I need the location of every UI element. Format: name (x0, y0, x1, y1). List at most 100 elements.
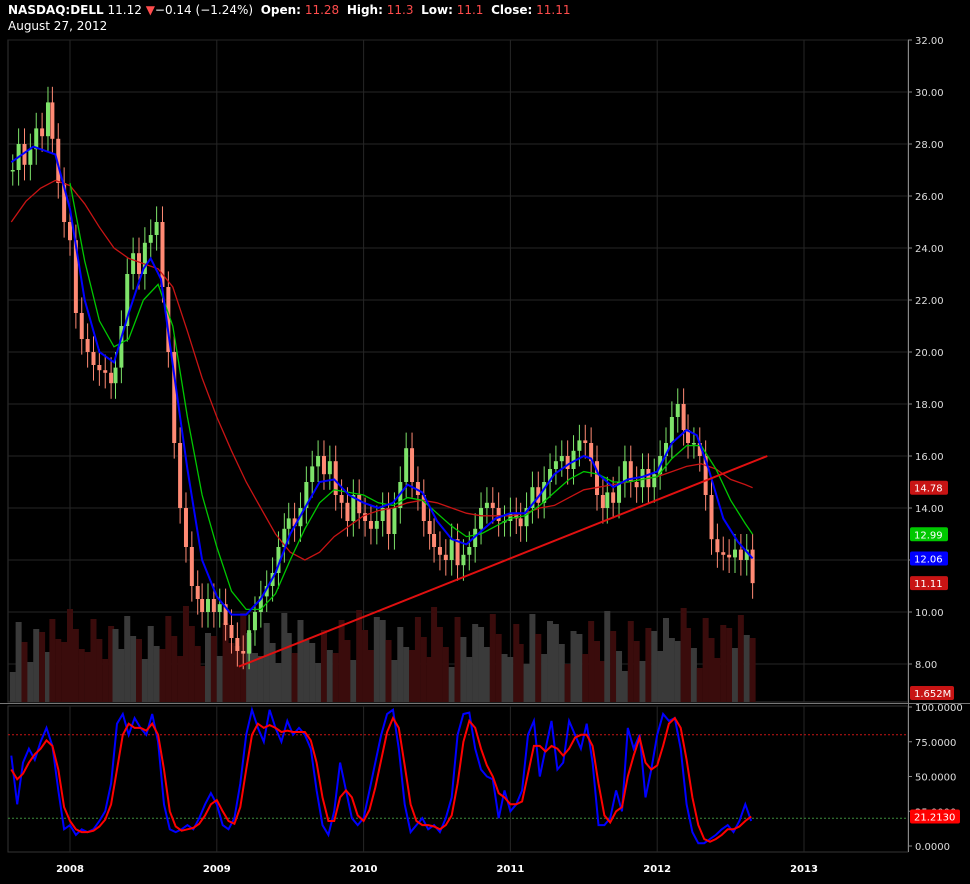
volume-bar (332, 653, 339, 702)
volume-bar (616, 651, 623, 702)
candle-body (131, 253, 136, 274)
volume-bar (639, 661, 646, 702)
stoch-tick-label: 50.0000 (915, 773, 956, 784)
volume-bar (436, 627, 443, 702)
stoch-tick-label: 75.0000 (915, 738, 956, 749)
volume-bar (478, 627, 485, 702)
candle-body (205, 599, 210, 612)
volume-bar (663, 618, 670, 702)
x-tick-label: 2011 (496, 864, 524, 875)
candle-body (50, 102, 55, 139)
candle-body (611, 492, 616, 503)
volume-bar (604, 611, 611, 702)
candle-body (374, 521, 379, 529)
volume-bar (507, 657, 514, 702)
y-tick-label: 22.00 (915, 296, 944, 307)
volume-bar (55, 639, 62, 702)
candle-body (327, 461, 332, 475)
candle-body (727, 554, 732, 558)
volume-bar (594, 641, 601, 702)
volume-tag-label: 1.652M (914, 689, 951, 700)
candle-body (252, 612, 257, 631)
stoch-tick-label: 0.0000 (915, 842, 950, 853)
volume-bar (489, 614, 496, 702)
y-tick-label: 16.00 (915, 452, 944, 463)
volume-bar (67, 609, 73, 702)
candle-body (345, 502, 350, 521)
candle-body (432, 534, 437, 547)
candle-body (410, 448, 415, 482)
candle-body (634, 482, 639, 488)
volume-bar (49, 619, 56, 702)
stoch-tick-label: 100.0000 (915, 703, 963, 714)
volume-bar (558, 644, 565, 702)
candle-body (211, 599, 216, 612)
volume-bar (674, 641, 681, 702)
candle-body (40, 128, 45, 137)
volume-bar (303, 640, 310, 702)
volume-bar (159, 649, 166, 702)
volume-bar (397, 627, 404, 702)
volume-bar (199, 666, 206, 702)
price-panel (7, 39, 909, 703)
candle-body (640, 469, 645, 488)
volume-bar (570, 631, 577, 702)
candle-body (484, 502, 489, 508)
candle-body (490, 502, 495, 508)
candle-body (154, 222, 159, 235)
y-tick-label: 20.00 (915, 348, 944, 359)
volume-bar (112, 629, 119, 702)
volume-bar (275, 663, 282, 702)
volume-bar (743, 635, 750, 702)
volume-bar (379, 620, 386, 702)
candle-body (316, 456, 321, 467)
volume-bar (483, 647, 490, 702)
volume-bar (720, 625, 727, 702)
y-tick-label: 18.00 (915, 400, 944, 411)
price-tag-label: 12.06 (914, 554, 943, 565)
volume-bar (621, 671, 628, 702)
volume-bar (749, 638, 756, 702)
volume-bar (33, 629, 40, 702)
volume-bar (285, 633, 292, 702)
volume-bar (96, 639, 103, 702)
x-tick-label: 2012 (643, 864, 671, 875)
volume-bar (356, 610, 363, 702)
volume-bar (153, 646, 160, 702)
candle-body (577, 440, 582, 451)
volume-bar (685, 628, 692, 702)
volume-bar (102, 659, 109, 702)
volume-bar (373, 617, 380, 702)
volume-bar (726, 628, 733, 702)
volume-bar (188, 626, 195, 702)
volume-bar (454, 617, 461, 702)
candle-body (247, 630, 252, 654)
candle-body (600, 495, 605, 508)
candle-body (681, 404, 686, 430)
candle-body (235, 638, 240, 651)
volume-bar (645, 628, 652, 702)
candle-body (559, 456, 564, 462)
candle-body (437, 547, 442, 555)
candle-body (91, 352, 96, 365)
x-tick-label: 2013 (790, 864, 818, 875)
volume-bar (523, 664, 530, 702)
candle-body (68, 222, 72, 241)
y-tick-label: 30.00 (915, 88, 944, 99)
candle-body (750, 549, 755, 584)
candle-body (97, 365, 102, 371)
candle-body (189, 547, 194, 586)
volume-bar (385, 640, 392, 702)
volume-bar (535, 634, 542, 702)
volume-bar (466, 657, 473, 702)
volume-bar (495, 634, 502, 702)
stock-chart[interactable]: 2008200920102011201220138.0010.0012.0014… (0, 0, 970, 884)
volume-bar (78, 649, 85, 702)
volume-bar (714, 658, 721, 702)
volume-bar (633, 641, 640, 702)
volume-bar (564, 664, 571, 702)
volume-bar (182, 606, 189, 702)
candle-body (709, 495, 714, 540)
volume-bar (610, 631, 617, 702)
candle-body (652, 474, 657, 488)
